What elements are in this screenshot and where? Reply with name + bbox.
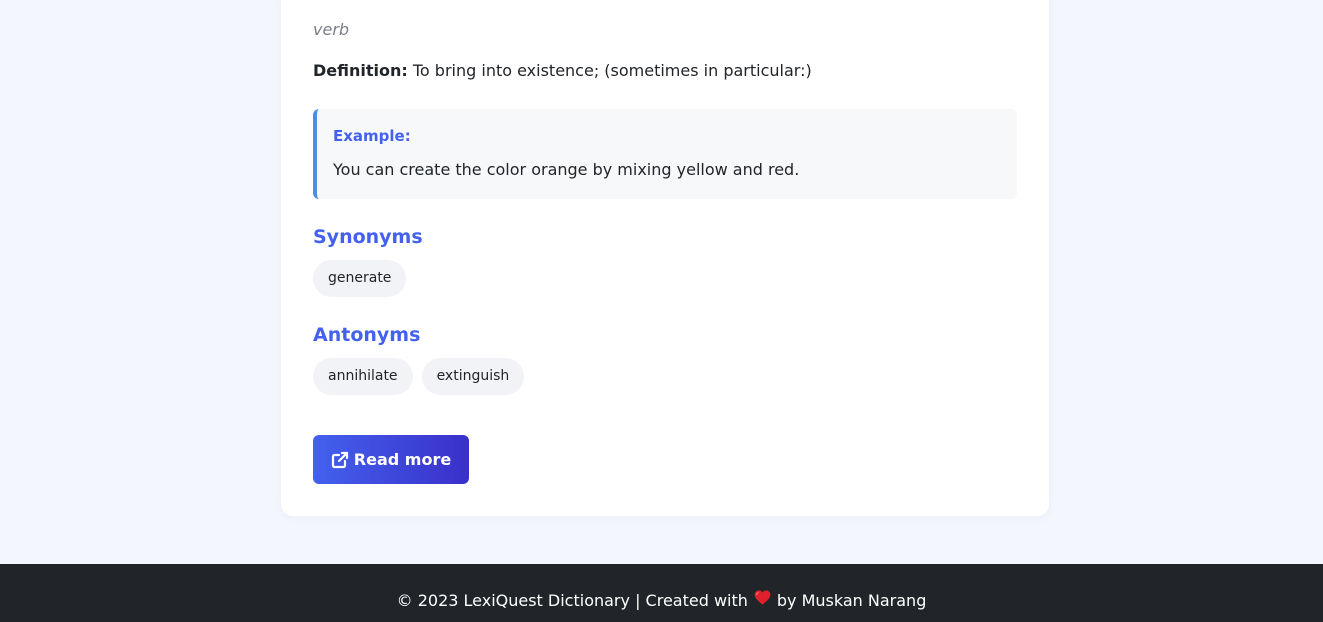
synonym-chip[interactable]: generate — [313, 260, 407, 297]
antonyms-title: Antonyms — [313, 324, 421, 346]
antonyms-list: annihilate extinguish — [313, 358, 525, 395]
footer-text-after: by Muskan Narang — [776, 591, 927, 610]
antonym-chip[interactable]: extinguish — [421, 358, 525, 395]
synonyms-title: Synonyms — [313, 226, 423, 248]
heart-icon — [754, 590, 771, 609]
example-text: You can create the color orange by mixin… — [333, 160, 800, 179]
antonym-chip[interactable]: annihilate — [313, 358, 413, 395]
definition-text: To bring into existence; (sometimes in p… — [412, 61, 812, 80]
definition: Definition: To bring into existence; (so… — [313, 61, 812, 80]
footer-text-before: © 2023 LexiQuest Dictionary | Created wi… — [396, 591, 748, 610]
example-box: Example: You can create the color orange… — [313, 109, 1017, 199]
part-of-speech: verb — [313, 20, 350, 39]
synonyms-list: generate — [313, 260, 407, 297]
footer-text: © 2023 LexiQuest Dictionary | Created wi… — [0, 590, 1323, 611]
read-more-button[interactable]: Read more — [313, 435, 469, 484]
example-label: Example: — [333, 127, 411, 145]
footer: © 2023 LexiQuest Dictionary | Created wi… — [0, 564, 1323, 622]
definition-label: Definition: — [313, 61, 408, 80]
read-more-label: Read more — [353, 450, 452, 469]
external-link-icon — [331, 451, 349, 469]
